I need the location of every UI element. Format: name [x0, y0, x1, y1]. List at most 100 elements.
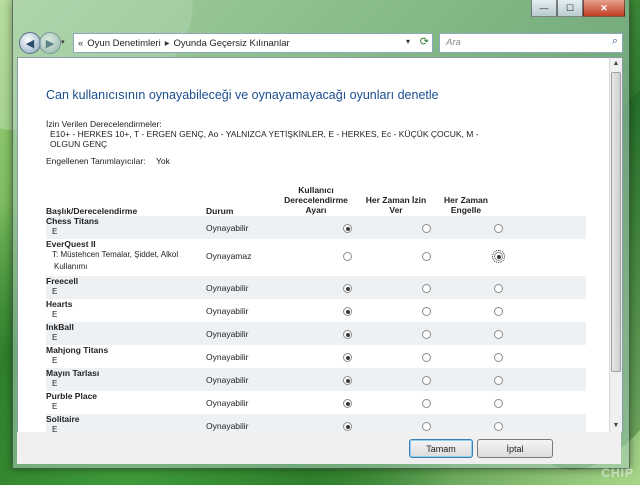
- radio-user-rating[interactable]: [343, 422, 352, 431]
- table-row: Mayın Tarlası E Oynayabilir: [46, 368, 586, 391]
- game-status: Oynayabilir: [206, 398, 249, 408]
- game-title: Hearts: [46, 299, 73, 309]
- game-title: Mahjong Titans: [46, 345, 109, 355]
- search-placeholder: Ara: [446, 37, 461, 48]
- address-bar[interactable]: « Oyun Denetimleri ▸ Oyunda Geçersiz Kıl…: [73, 33, 433, 53]
- game-status: Oynayabilir: [206, 375, 249, 385]
- radio-user-rating[interactable]: [343, 284, 352, 293]
- header-line: Engelle: [450, 205, 482, 215]
- page-title: Can kullanıcısının oynayabileceği ve oyn…: [46, 88, 439, 102]
- radio-always-allow[interactable]: [422, 284, 431, 293]
- game-rating: E: [52, 356, 58, 365]
- game-rating: E: [52, 287, 58, 296]
- header-line: Her Zaman İzin: [365, 195, 427, 205]
- breadcrumb-separator-icon[interactable]: ▸: [161, 38, 174, 49]
- table-row: InkBall E Oynayabilir: [46, 322, 586, 345]
- column-header-user-rating: Kullanıcı Derecelendirme Ayarı: [276, 185, 356, 215]
- radio-user-rating[interactable]: [343, 252, 352, 261]
- radio-always-allow[interactable]: [422, 330, 431, 339]
- address-dropdown-icon[interactable]: ▾: [406, 37, 410, 46]
- radio-always-allow[interactable]: [422, 252, 431, 261]
- dialog-footer: Tamam İptal: [17, 432, 621, 464]
- close-button[interactable]: ✕: [583, 0, 625, 17]
- recent-pages-dropdown[interactable]: ▾: [61, 38, 65, 46]
- search-icon[interactable]: ⌕: [612, 35, 618, 48]
- radio-user-rating[interactable]: [343, 399, 352, 408]
- table-row: Freecell E Oynayabilir: [46, 276, 586, 299]
- refresh-icon[interactable]: ⟳: [420, 35, 429, 48]
- radio-user-rating[interactable]: [343, 353, 352, 362]
- game-rating: E: [52, 402, 58, 411]
- game-status: Oynayabilir: [206, 352, 249, 362]
- column-header-title: Başlık/Derecelendirme: [46, 206, 138, 216]
- navigation-bar: ◀ ▶ ▾ « Oyun Denetimleri ▸ Oyunda Geçers…: [17, 30, 625, 56]
- table-row: Mahjong Titans E Oynayabilir: [46, 345, 586, 368]
- game-title: Purble Place: [46, 391, 98, 401]
- game-rating: E: [52, 310, 58, 319]
- allowed-ratings-line1: E10+ - HERKES 10+, T - ERGEN GENÇ, Ao - …: [50, 129, 479, 139]
- radio-always-allow[interactable]: [422, 399, 431, 408]
- scroll-up-icon[interactable]: ▲: [610, 58, 622, 70]
- cancel-button[interactable]: İptal: [477, 439, 553, 458]
- table-row: Chess Titans E Oynayabilir: [46, 216, 586, 239]
- radio-always-block[interactable]: [494, 307, 503, 316]
- table-row: EverQuest II T: Müstehcen Temalar, Şiddet…: [46, 239, 586, 276]
- game-title: Solitaire: [46, 414, 80, 424]
- back-button[interactable]: ◀: [19, 32, 41, 54]
- scroll-down-icon[interactable]: ▼: [610, 420, 622, 432]
- game-rating-continued: Kullanımı: [54, 262, 88, 271]
- radio-user-rating[interactable]: [343, 307, 352, 316]
- watermark-logo: CHIP: [601, 466, 634, 480]
- game-title: Chess Titans: [46, 216, 99, 226]
- column-header-always-allow: Her Zaman İzin Ver: [358, 195, 434, 215]
- radio-user-rating[interactable]: [343, 330, 352, 339]
- radio-always-block[interactable]: [494, 376, 503, 385]
- content-pane: Can kullanıcısının oynayabileceği ve oyn…: [17, 57, 623, 433]
- allowed-ratings-label: İzin Verilen Derecelendirmeler:: [46, 119, 162, 129]
- game-rating: T: Müstehcen Temalar, Şiddet, Alkol: [52, 250, 179, 259]
- game-status: Oynayabilir: [206, 306, 249, 316]
- radio-always-allow[interactable]: [422, 307, 431, 316]
- breadcrumb-item[interactable]: Oyunda Geçersiz Kılınanlar: [173, 38, 289, 49]
- radio-always-block[interactable]: [494, 284, 503, 293]
- table-row: Hearts E Oynayabilir: [46, 299, 586, 322]
- ok-button[interactable]: Tamam: [409, 439, 473, 458]
- game-status: Oynayabilir: [206, 329, 249, 339]
- header-line: Kullanıcı: [298, 185, 334, 195]
- vertical-scrollbar[interactable]: ▲ ▼: [609, 58, 622, 432]
- game-title: InkBall: [46, 322, 74, 332]
- blocked-descriptors-label: Engellenen Tanımlayıcılar:: [46, 156, 146, 166]
- game-title: Mayın Tarlası: [46, 368, 100, 378]
- radio-always-block[interactable]: [494, 224, 503, 233]
- radio-always-allow[interactable]: [422, 353, 431, 362]
- radio-always-block[interactable]: [494, 422, 503, 431]
- header-line: Her Zaman: [444, 195, 488, 205]
- game-status: Oynayabilir: [206, 283, 249, 293]
- caption-buttons: — ☐ ✕: [531, 0, 625, 17]
- radio-always-allow[interactable]: [422, 224, 431, 233]
- breadcrumb-item[interactable]: Oyun Denetimleri: [87, 38, 160, 49]
- header-line: Derecelendirme: [284, 195, 348, 205]
- radio-user-rating[interactable]: [343, 376, 352, 385]
- minimize-button[interactable]: —: [531, 0, 557, 17]
- radio-always-allow[interactable]: [422, 422, 431, 431]
- radio-user-rating[interactable]: [343, 224, 352, 233]
- game-rating: E: [52, 227, 58, 236]
- game-status: Oynayamaz: [206, 251, 252, 261]
- radio-always-allow[interactable]: [422, 376, 431, 385]
- table-row: Solitaire E Oynayabilir: [46, 414, 586, 432]
- header-line: Ayarı: [305, 205, 327, 215]
- address-root-icon[interactable]: «: [74, 38, 87, 49]
- scrollbar-thumb[interactable]: [611, 72, 621, 372]
- radio-always-block[interactable]: [494, 399, 503, 408]
- search-input[interactable]: Ara ⌕: [439, 33, 623, 53]
- game-status: Oynayabilir: [206, 223, 249, 233]
- radio-always-block[interactable]: [494, 330, 503, 339]
- game-title: Freecell: [46, 276, 79, 286]
- window: — ☐ ✕ ◀ ▶ ▾ « Oyun Denetimleri ▸ Oyunda …: [12, 0, 630, 469]
- maximize-button[interactable]: ☐: [557, 0, 583, 17]
- radio-always-block[interactable]: [492, 250, 505, 263]
- radio-always-block[interactable]: [494, 353, 503, 362]
- game-rating: E: [52, 379, 58, 388]
- forward-button[interactable]: ▶: [39, 32, 61, 54]
